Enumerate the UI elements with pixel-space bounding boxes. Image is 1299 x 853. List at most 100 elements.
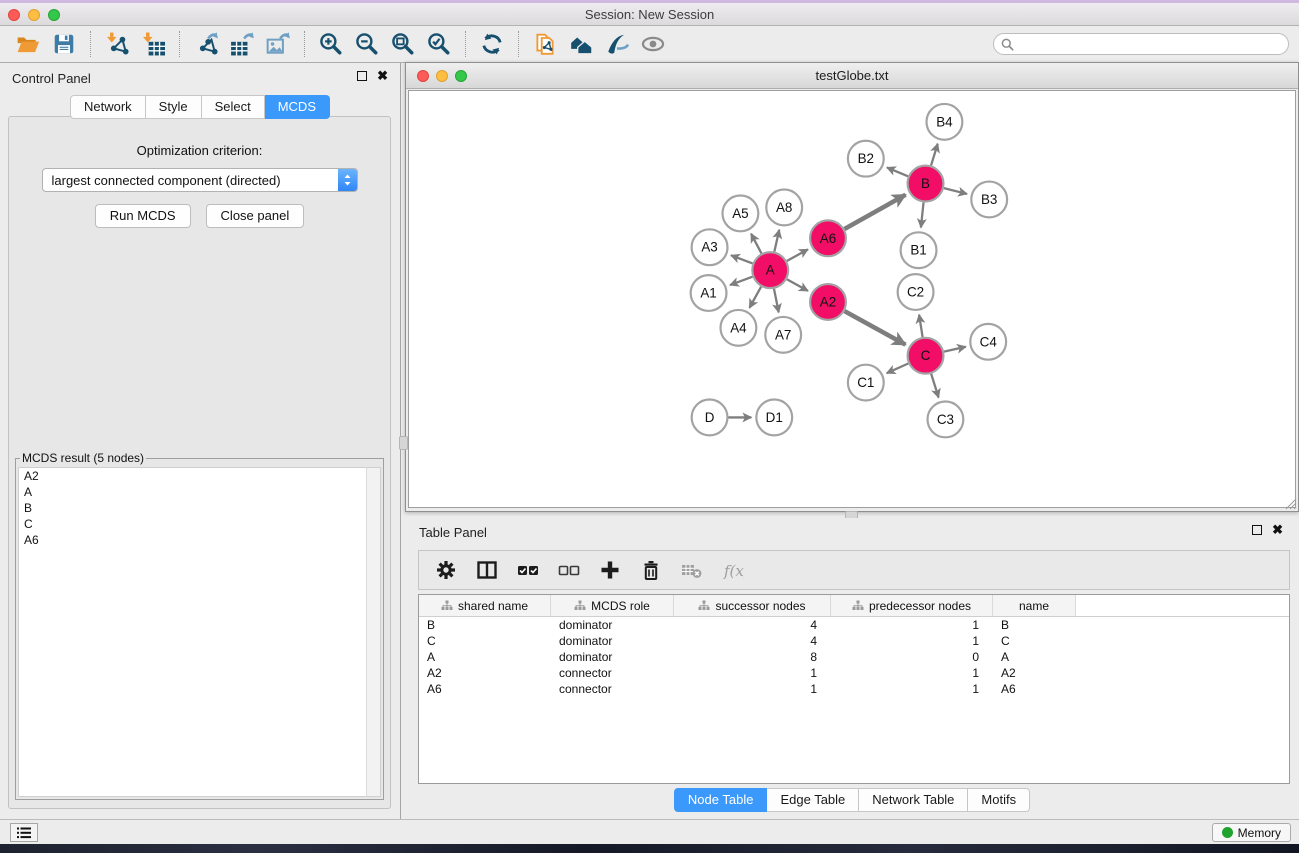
export-table-button[interactable]: [224, 29, 260, 59]
close-panel-button[interactable]: Close panel: [206, 204, 305, 228]
graph-edge-C-C4[interactable]: [944, 347, 966, 352]
graph-node-B[interactable]: B: [908, 166, 944, 202]
graph-node-B1[interactable]: B1: [901, 232, 937, 268]
close-panel-icon[interactable]: ✖: [377, 71, 388, 81]
table-cell[interactable]: dominator: [551, 617, 674, 633]
table-cell[interactable]: A6: [419, 681, 551, 697]
tab-select[interactable]: Select: [202, 95, 265, 119]
save-button[interactable]: [46, 29, 82, 59]
graph-edge-A-A8[interactable]: [774, 230, 779, 252]
graph-edge-A2-C[interactable]: [845, 311, 906, 345]
result-list-scrollbar[interactable]: [366, 468, 380, 796]
paint-hide-button[interactable]: [599, 29, 635, 59]
fx-button[interactable]: f(x): [721, 558, 745, 582]
table-row[interactable]: A2connector11A2: [419, 665, 1289, 681]
window-resize-grip[interactable]: [1284, 497, 1297, 510]
graph-node-A3[interactable]: A3: [692, 229, 728, 265]
check-pair-button[interactable]: [516, 558, 540, 582]
criterion-dropdown[interactable]: largest connected component (directed): [42, 168, 358, 192]
column-header-MCDS-role[interactable]: MCDS role: [551, 595, 674, 616]
table-row[interactable]: Cdominator41C: [419, 633, 1289, 649]
graph-node-A7[interactable]: A7: [765, 317, 801, 353]
graph-edge-C-C3[interactable]: [931, 374, 938, 398]
table-cell[interactable]: B: [993, 617, 1076, 633]
zoom-fit-button[interactable]: [385, 29, 421, 59]
export-network-button[interactable]: [188, 29, 224, 59]
graph-node-A2[interactable]: A2: [810, 284, 846, 320]
graph-edge-A-A4[interactable]: [749, 287, 761, 308]
graph-edge-A-A6[interactable]: [787, 249, 808, 261]
columns-button[interactable]: [475, 558, 499, 582]
table-cell[interactable]: A: [993, 649, 1076, 665]
tab-mcds[interactable]: MCDS: [265, 95, 330, 119]
table-row[interactable]: A6connector11A6: [419, 681, 1289, 697]
graph-edge-A-A3[interactable]: [731, 255, 753, 263]
table-row[interactable]: Adominator80A: [419, 649, 1289, 665]
tab-network[interactable]: Network: [70, 95, 146, 119]
export-image-button[interactable]: [260, 29, 296, 59]
float-table-panel-icon[interactable]: [1252, 525, 1262, 535]
table-cell[interactable]: 1: [831, 681, 993, 697]
table-cell[interactable]: dominator: [551, 649, 674, 665]
graph-edge-A-A2[interactable]: [787, 279, 808, 291]
column-header-shared-name[interactable]: shared name: [419, 595, 551, 616]
mcds-result-list[interactable]: A2ABCA6: [18, 467, 381, 797]
graph-node-A5[interactable]: A5: [722, 195, 758, 231]
table-cell[interactable]: 8: [674, 649, 831, 665]
table-cell[interactable]: C: [993, 633, 1076, 649]
tab-motifs[interactable]: Motifs: [968, 788, 1030, 812]
table-cell[interactable]: B: [419, 617, 551, 633]
tab-node-table[interactable]: Node Table: [674, 788, 768, 812]
import-network-button[interactable]: [99, 29, 135, 59]
duplicate-network-button[interactable]: [527, 29, 563, 59]
task-history-button[interactable]: [10, 823, 38, 842]
graph-edge-B-B1[interactable]: [921, 202, 924, 227]
network-window-titlebar[interactable]: testGlobe.txt: [406, 63, 1298, 89]
graph-node-A8[interactable]: A8: [766, 190, 802, 226]
graph-node-A[interactable]: A: [752, 252, 788, 288]
table-cell[interactable]: A2: [419, 665, 551, 681]
search-box[interactable]: [993, 33, 1289, 55]
mcds-result-item[interactable]: A2: [19, 468, 380, 484]
table-cell[interactable]: C: [419, 633, 551, 649]
plus-button[interactable]: [598, 558, 622, 582]
float-panel-icon[interactable]: [357, 71, 367, 81]
table-cell[interactable]: connector: [551, 681, 674, 697]
graph-edge-A-A7[interactable]: [774, 289, 779, 313]
graph-node-D1[interactable]: D1: [756, 400, 792, 436]
mcds-result-item[interactable]: A6: [19, 532, 380, 548]
graph-node-C4[interactable]: C4: [970, 324, 1006, 360]
tab-network-table[interactable]: Network Table: [859, 788, 968, 812]
table-row[interactable]: Bdominator41B: [419, 617, 1289, 633]
search-input[interactable]: [1014, 37, 1288, 51]
graph-edge-A-A5[interactable]: [751, 234, 761, 254]
table-cell[interactable]: A: [419, 649, 551, 665]
table-cell[interactable]: A2: [993, 665, 1076, 681]
app-titlebar[interactable]: Session: New Session: [0, 3, 1299, 26]
graph-node-C1[interactable]: C1: [848, 365, 884, 401]
memory-button[interactable]: Memory: [1212, 823, 1291, 842]
column-header-predecessor-nodes[interactable]: predecessor nodes: [831, 595, 993, 616]
graph-node-A4[interactable]: A4: [721, 310, 757, 346]
trash-button[interactable]: [639, 558, 663, 582]
table-cell[interactable]: 0: [831, 649, 993, 665]
graph-edge-A-A1[interactable]: [730, 277, 753, 285]
graph-edge-C-C2[interactable]: [919, 315, 922, 337]
import-table-button[interactable]: [135, 29, 171, 59]
tab-style[interactable]: Style: [146, 95, 202, 119]
open-folder-button[interactable]: [10, 29, 46, 59]
uncheck-pair-button[interactable]: [557, 558, 581, 582]
table-cell[interactable]: dominator: [551, 633, 674, 649]
table-cell[interactable]: 1: [674, 681, 831, 697]
graph-edge-B-B3[interactable]: [944, 188, 967, 194]
mcds-result-item[interactable]: A: [19, 484, 380, 500]
table-cell[interactable]: A6: [993, 681, 1076, 697]
table-delete-button[interactable]: [680, 558, 704, 582]
tab-edge-table[interactable]: Edge Table: [767, 788, 859, 812]
show-eye-button[interactable]: [635, 29, 671, 59]
close-table-panel-icon[interactable]: ✖: [1272, 525, 1283, 535]
table-cell[interactable]: 4: [674, 633, 831, 649]
graph-node-D[interactable]: D: [692, 400, 728, 436]
table-cell[interactable]: connector: [551, 665, 674, 681]
node-table[interactable]: shared nameMCDS rolesuccessor nodesprede…: [418, 594, 1290, 784]
